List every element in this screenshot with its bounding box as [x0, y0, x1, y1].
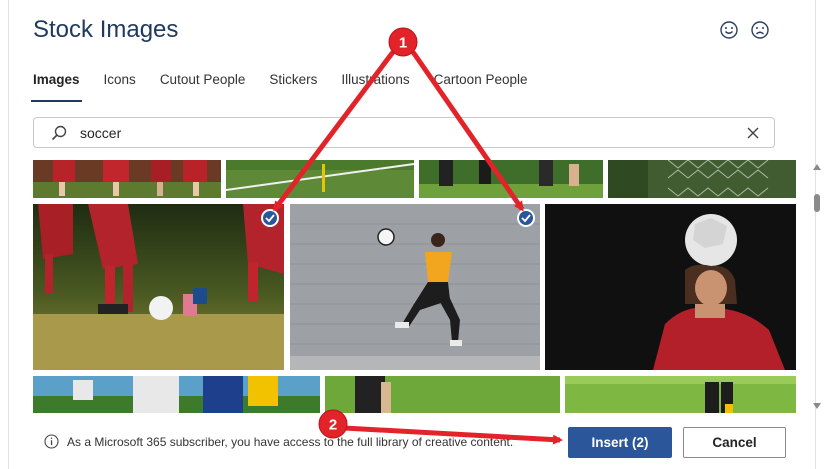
close-icon[interactable]: [745, 125, 761, 141]
tab-icons[interactable]: Icons: [104, 66, 136, 100]
category-tabs: Images Icons Cutout People Stickers Illu…: [31, 66, 552, 102]
search-box: [33, 117, 775, 148]
image-tile[interactable]: [33, 160, 221, 198]
frown-icon[interactable]: [750, 20, 770, 40]
insert-button[interactable]: Insert (2): [568, 427, 672, 458]
tab-cartoon-people[interactable]: Cartoon People: [434, 66, 528, 100]
info-icon: [44, 434, 59, 449]
image-tile[interactable]: [325, 376, 560, 413]
image-tile[interactable]: [608, 160, 796, 198]
subscriber-info-text: As a Microsoft 365 subscriber, you have …: [67, 435, 514, 449]
cancel-button[interactable]: Cancel: [683, 427, 786, 458]
vertical-scrollbar[interactable]: [810, 160, 824, 413]
image-results-grid: [33, 160, 798, 413]
image-tile[interactable]: [33, 376, 320, 413]
image-tile[interactable]: [226, 160, 414, 198]
image-tile[interactable]: [290, 204, 540, 370]
image-tile[interactable]: [545, 204, 796, 370]
search-icon: [51, 125, 67, 141]
image-tile[interactable]: [419, 160, 603, 198]
tab-stickers[interactable]: Stickers: [269, 66, 317, 100]
tab-cutout-people[interactable]: Cutout People: [160, 66, 246, 100]
dialog-title: Stock Images: [33, 16, 179, 43]
scroll-thumb[interactable]: [814, 194, 820, 212]
search-input[interactable]: [80, 123, 720, 143]
selected-check-icon: [517, 209, 535, 227]
image-tile[interactable]: [565, 376, 796, 413]
scroll-down-icon[interactable]: [813, 403, 821, 409]
tab-images[interactable]: Images: [31, 66, 82, 102]
scroll-up-icon[interactable]: [813, 164, 821, 170]
selected-check-icon: [261, 209, 279, 227]
tab-illustrations[interactable]: Illustrations: [341, 66, 409, 100]
smile-icon[interactable]: [719, 20, 739, 40]
image-tile[interactable]: [33, 204, 284, 370]
